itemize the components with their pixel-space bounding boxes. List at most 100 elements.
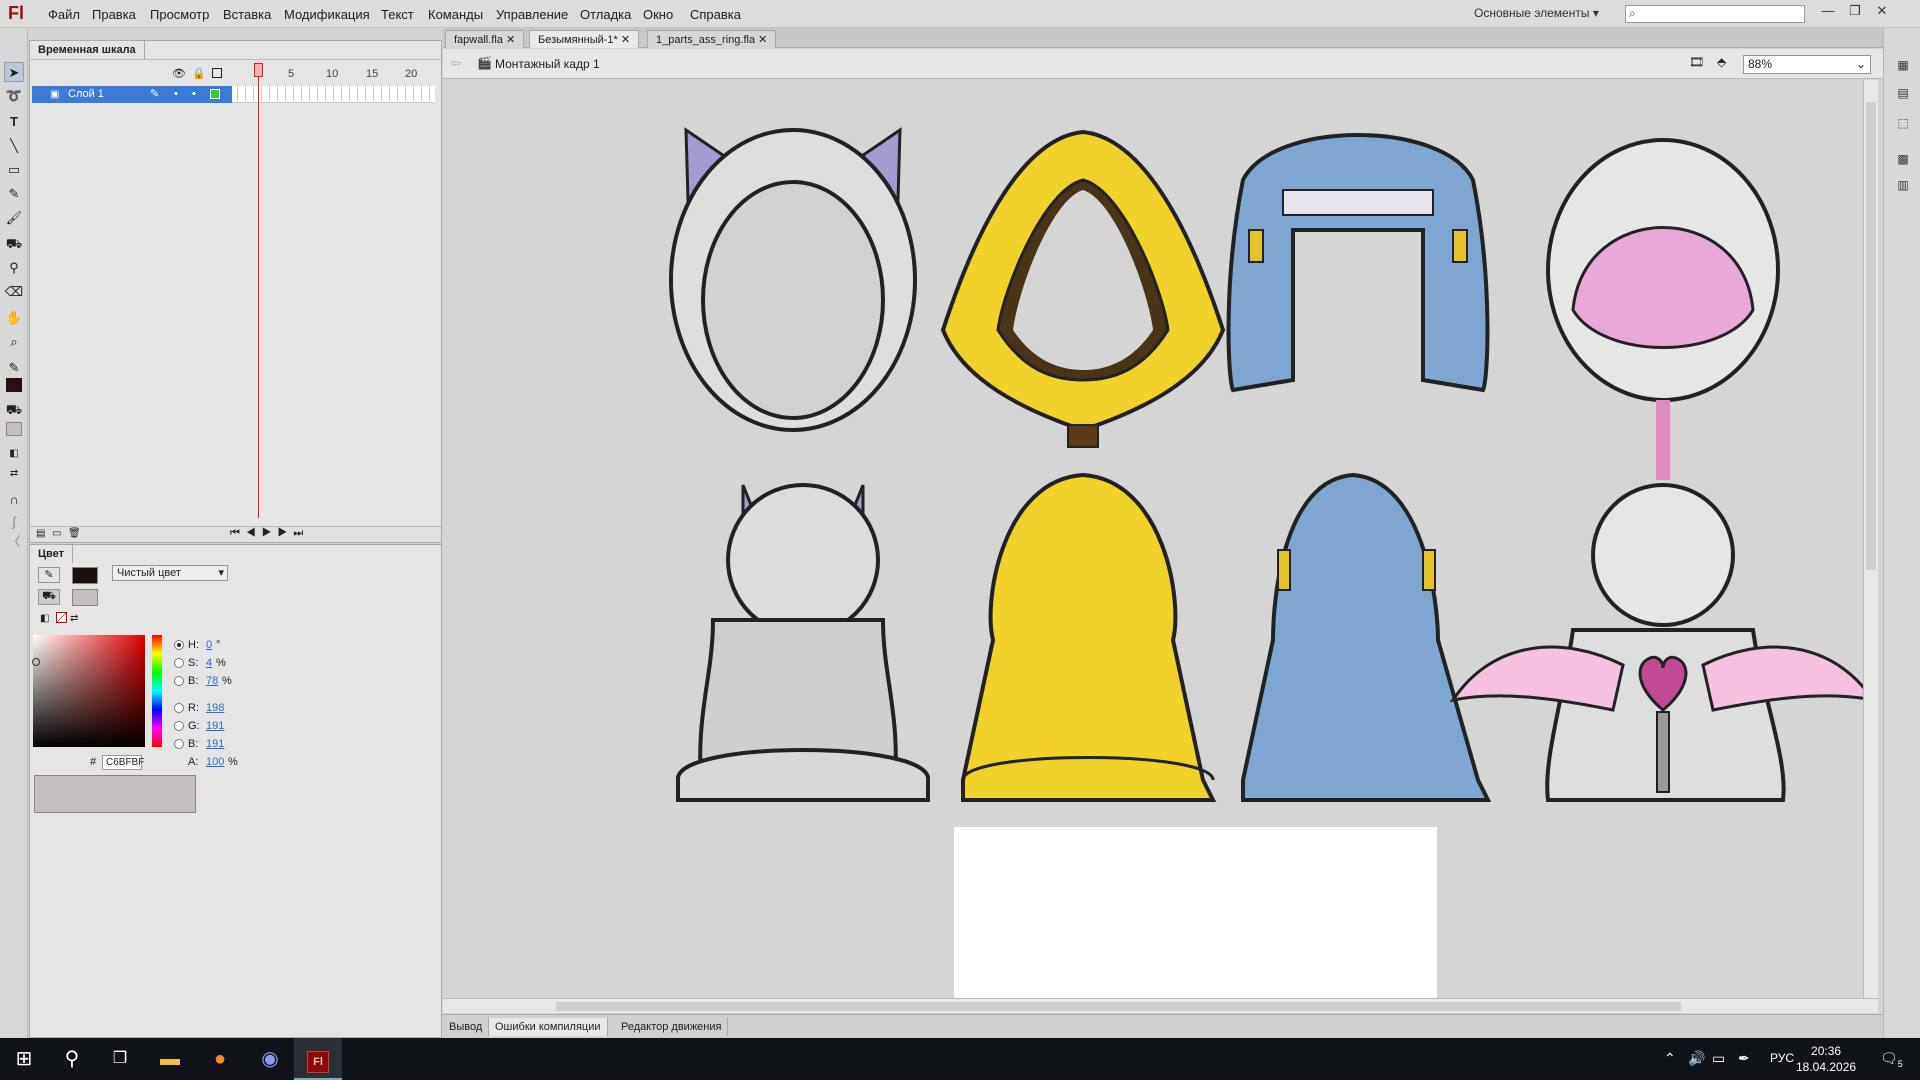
components-icon[interactable]: ▩ [1894, 152, 1912, 168]
eraser-icon[interactable]: ⌫ [4, 282, 24, 302]
b-radio[interactable] [174, 676, 184, 686]
menu-insert[interactable]: Вставка [223, 7, 271, 22]
volume-icon[interactable]: 🔊 [1688, 1050, 1705, 1067]
stage-canvas[interactable] [443, 80, 1863, 998]
pencil-tool-icon[interactable]: ✎ [4, 184, 24, 204]
layer-row[interactable]: ▣ Слой 1 ✎ • • [32, 86, 232, 103]
playback-controls[interactable]: ⏮◀▶▶⏭ [230, 527, 309, 540]
selection-tool-icon[interactable]: ➤ [4, 62, 24, 82]
yellow-hood-front-graphic[interactable] [940, 129, 1226, 448]
transform-icon[interactable]: ⬚ [1894, 116, 1912, 132]
h-value[interactable]: 0 [206, 639, 212, 651]
close-button[interactable]: ✕ [1870, 2, 1894, 20]
yellow-hood-back-graphic[interactable] [961, 472, 1217, 802]
close-icon[interactable]: ✕ [758, 34, 767, 46]
default-colors-icon[interactable]: ◧ [4, 444, 24, 464]
lock-dot[interactable]: • [192, 86, 196, 103]
fill-color-chip[interactable] [72, 589, 98, 606]
tab-motion-editor[interactable]: Редактор движения [615, 1018, 729, 1036]
g-value[interactable]: 191 [206, 720, 224, 732]
h-radio[interactable] [174, 640, 184, 650]
blue-value[interactable]: 191 [206, 738, 224, 750]
discord-icon[interactable]: ◉ [246, 1038, 294, 1080]
firefox-icon[interactable]: ● [196, 1038, 244, 1080]
minimize-button[interactable]: — [1816, 2, 1840, 20]
tray-chevron-icon[interactable]: ⌃ [1664, 1050, 1676, 1067]
menu-modify[interactable]: Модификация [284, 7, 370, 22]
timeline-tab[interactable]: Временная шкала [30, 41, 145, 59]
scene-name[interactable]: Монтажный кадр 1 [495, 57, 600, 71]
r-value[interactable]: 198 [206, 702, 224, 714]
alpha-value[interactable]: 100 [206, 756, 224, 768]
hue-slider[interactable] [152, 635, 162, 747]
menu-edit[interactable]: Правка [92, 7, 136, 22]
network-icon[interactable]: ▭ [1712, 1050, 1725, 1067]
cat-hood-front-graphic[interactable] [669, 127, 917, 432]
stroke-color-icon[interactable]: ✎ [4, 358, 24, 378]
color-picker-field[interactable] [33, 635, 145, 747]
fill-color-icon[interactable]: ⛟ [4, 400, 24, 420]
r-radio[interactable] [174, 703, 184, 713]
back-arrow-icon[interactable]: ⇦ [451, 56, 461, 70]
vertical-scrollbar[interactable] [1863, 80, 1878, 998]
smooth-icon[interactable]: ∫ [4, 512, 24, 532]
edit-symbol-icon[interactable]: ⬘ [1717, 55, 1726, 69]
library-icon[interactable]: ▤ [1894, 86, 1912, 102]
menu-file[interactable]: Файл [48, 7, 80, 22]
file-explorer-icon[interactable]: ▬ [146, 1038, 194, 1080]
playhead-handle[interactable] [254, 63, 263, 77]
horizontal-scroll-thumb[interactable] [556, 1002, 1681, 1011]
tab-output[interactable]: Вывод [443, 1018, 490, 1036]
fill-bucket-icon[interactable]: ⛟ [38, 589, 60, 605]
zoom-select[interactable]: 88% ⌄ [1743, 55, 1871, 74]
pen-icon[interactable]: ✒ [1738, 1050, 1750, 1067]
edit-scene-icon[interactable]: 🎞 [1689, 55, 1704, 69]
layer-outline-color[interactable] [210, 89, 220, 99]
eyedropper-icon[interactable]: ⚲ [4, 258, 24, 278]
doc-tab-fapwall[interactable]: fapwall.fla ✕ [445, 30, 525, 48]
lasso-tool-icon[interactable]: ➰ [4, 86, 24, 106]
search-icon[interactable]: ⚲ [48, 1038, 96, 1080]
code-snippets-icon[interactable]: ▥ [1894, 178, 1912, 194]
clock[interactable]: 20:36 18.04.2026 [1796, 1043, 1856, 1075]
s-value[interactable]: 4 [206, 657, 212, 669]
close-icon[interactable]: ✕ [621, 34, 630, 46]
snap-magnet-icon[interactable]: ∩ [4, 490, 24, 510]
menu-control[interactable]: Управление [496, 7, 568, 22]
playhead[interactable] [258, 63, 259, 518]
delete-icon[interactable]: 🗑 [68, 528, 81, 539]
doc-tab-untitled[interactable]: Безымянный-1* ✕ [529, 30, 640, 48]
line-tool-icon[interactable]: ╲ [4, 136, 24, 156]
close-icon[interactable]: ✕ [506, 34, 515, 46]
straighten-icon[interactable]: 〈 [4, 532, 24, 552]
rectangle-tool-icon[interactable]: ▭ [4, 160, 24, 180]
white-hood-front-graphic[interactable] [1546, 138, 1780, 480]
stroke-pencil-icon[interactable]: ✎ [38, 567, 60, 583]
menu-text[interactable]: Текст [381, 7, 414, 22]
menu-debug[interactable]: Отладка [580, 7, 631, 22]
black-white-icon[interactable]: ◧ [40, 613, 49, 624]
paint-bucket-icon[interactable]: ⛟ [4, 234, 24, 254]
blue-hood-front-graphic[interactable] [1226, 133, 1490, 393]
swap-colors-icon[interactable]: ⇄ [70, 613, 78, 624]
properties-icon[interactable]: ▦ [1894, 58, 1912, 74]
g-radio[interactable] [174, 721, 184, 731]
notifications-icon[interactable]: 🗨5 [1880, 1050, 1903, 1069]
doc-tab-parts[interactable]: 1_parts_ass_ring.fla ✕ [647, 30, 777, 48]
fill-color-swatch[interactable] [6, 422, 22, 436]
blue-hood-back-graphic[interactable] [1241, 472, 1492, 802]
swap-colors-icon[interactable]: ⇄ [4, 464, 24, 484]
cat-hood-back-graphic[interactable] [675, 483, 931, 802]
workspace-switcher[interactable]: Основные элементы ▾ [1474, 6, 1599, 20]
horizontal-scrollbar[interactable] [443, 998, 1878, 1013]
no-color-icon[interactable] [56, 612, 67, 623]
zoom-tool-icon[interactable]: ⌕ [4, 332, 24, 352]
stroke-color-swatch[interactable] [6, 378, 22, 392]
stroke-color-chip[interactable] [72, 567, 98, 584]
color-picker-cursor[interactable] [32, 658, 40, 666]
color-tab[interactable]: Цвет [30, 545, 74, 563]
eye-icon[interactable]: 👁 [172, 67, 186, 80]
menu-view[interactable]: Просмотр [150, 7, 209, 22]
vertical-scroll-thumb[interactable] [1866, 102, 1876, 570]
menu-help[interactable]: Справка [690, 7, 741, 22]
